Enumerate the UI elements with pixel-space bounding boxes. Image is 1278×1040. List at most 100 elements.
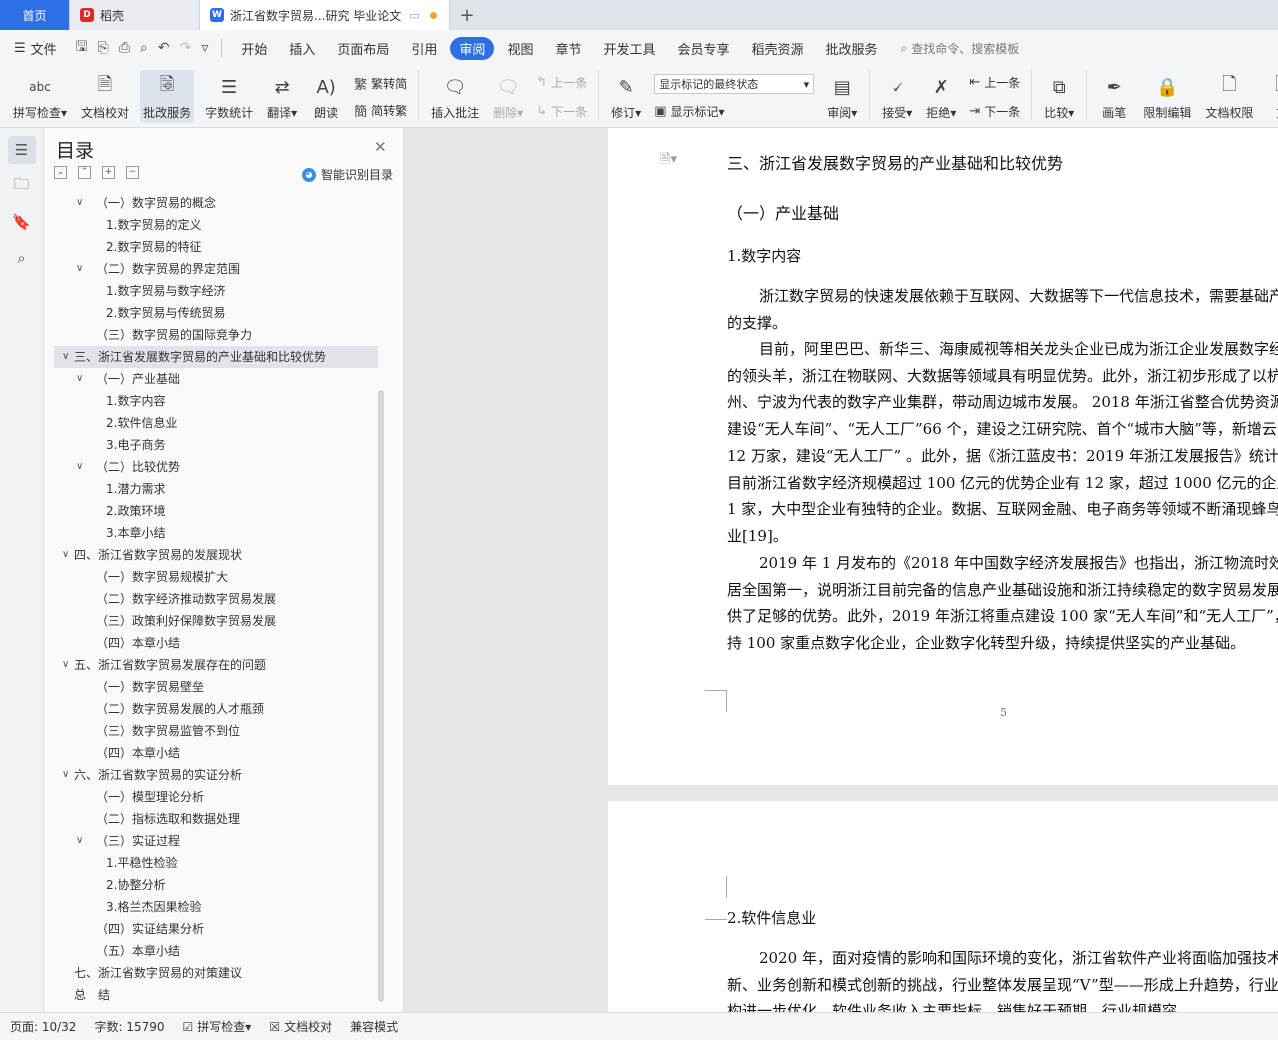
minus-icon[interactable]: − — [126, 166, 139, 179]
page-indicator[interactable]: 页面: 10/32 — [10, 1018, 76, 1035]
command-search[interactable]: ⌕ 查找命令、搜索模板 — [901, 40, 1020, 57]
toc-scrollbar[interactable] — [378, 390, 384, 1002]
restrict-edit-button[interactable]: 🔒 限制编辑 — [1140, 70, 1194, 123]
word-count-button[interactable]: ☰ 字数统计 — [202, 70, 256, 123]
toc-item[interactable]: 1.数字内容 — [54, 390, 378, 412]
chevron-down-icon[interactable]: ∨ — [76, 456, 83, 478]
status-spell-check[interactable]: ☑ 拼写检查 ▾ — [183, 1018, 252, 1035]
spell-check-button[interactable]: abc 拼写检查▾ — [10, 70, 70, 123]
toc-item[interactable]: （四）实证结果分析 — [54, 918, 378, 940]
add-tab-button[interactable]: + — [450, 0, 484, 30]
smart-toc-button[interactable]: ◕ 智能识别目录 — [302, 166, 393, 183]
toc-item[interactable]: （二）指标选取和数据处理 — [54, 808, 378, 830]
toc-item[interactable]: （一）数字贸易规模扩大 — [54, 566, 378, 588]
menu-tab-review[interactable]: 审阅 — [450, 36, 495, 60]
save-icon[interactable]: 🖫 — [76, 36, 88, 60]
toc-item[interactable]: 3.本章小结 — [54, 522, 378, 544]
document-page[interactable]: 🗎▾ 三、浙江省发展数字贸易的产业基础和比较优势 （一）产业基础 1.数字内容 … — [608, 128, 1278, 785]
toc-item[interactable]: 2.协整分析 — [54, 874, 378, 896]
prev-comment-button[interactable]: ↰ 上一条 — [536, 74, 587, 91]
proofread-button[interactable]: 🗎 文档校对 — [78, 70, 132, 123]
tab-document[interactable]: W 浙江省数字贸易...研究 毕业论文 ▭ — [200, 0, 450, 30]
toc-item[interactable]: 3.格兰杰因果检验 — [54, 896, 378, 918]
accept-button[interactable]: 🗸 接受▾ — [879, 70, 915, 123]
toc-item[interactable]: 2.数字贸易与传统贸易 — [54, 302, 378, 324]
toc-item[interactable]: ∨ （一）数字贸易的概念 — [54, 192, 378, 214]
review-pane-button[interactable]: ▤ 审阅▾ — [824, 70, 860, 123]
toc-item[interactable]: 2.软件信息业 — [54, 412, 378, 434]
toc-item[interactable]: （四）本章小结 — [54, 742, 378, 764]
print-icon[interactable]: ⎙ — [119, 40, 130, 56]
pen-button[interactable]: ✒ 画笔 — [1096, 70, 1132, 123]
compare-button[interactable]: ⧉ 比较▾ — [1041, 70, 1077, 123]
close-icon[interactable]: ✕ — [374, 138, 387, 156]
plus-icon[interactable]: + — [102, 166, 115, 179]
toc-item[interactable]: （一）数字贸易壁垒 — [54, 676, 378, 698]
reject-button[interactable]: ✗ 拒绝▾ — [923, 70, 959, 123]
toc-item[interactable]: ∨ 三、浙江省发展数字贸易的产业基础和比较优势 — [54, 346, 378, 368]
preview-icon[interactable]: ⌕ — [140, 40, 148, 56]
toc-item[interactable]: （三）数字贸易的国际竞争力 — [54, 324, 378, 346]
next-revision-button[interactable]: ⇥ 下一条 — [969, 103, 1020, 120]
redo-icon[interactable]: ↷ — [180, 40, 192, 56]
toc-item[interactable]: （五）本章小结 — [54, 940, 378, 962]
menu-tab-reference[interactable]: 引用 — [402, 37, 446, 60]
toc-item[interactable]: 1.数字贸易与数字经济 — [54, 280, 378, 302]
expand-down-icon[interactable]: ⌄ — [54, 166, 67, 179]
file-menu[interactable]: ☰ 文件 — [14, 39, 57, 58]
revise-button[interactable]: ✎ 修订▾ — [608, 70, 644, 123]
toc-item[interactable]: ∨ （二）比较优势 — [54, 456, 378, 478]
toc-item[interactable]: 七、浙江省数字贸易的对策建议 — [54, 962, 378, 984]
menu-tab-daoke[interactable]: 稻壳资源 — [743, 37, 813, 60]
toc-item[interactable]: 总 结 — [54, 984, 378, 1006]
chapter-icon[interactable]: 🗀 — [8, 172, 36, 200]
doc-more-button[interactable]: 🗋文 — [1264, 70, 1278, 123]
toc-item[interactable]: ∨ 五、浙江省数字贸易发展存在的问题 — [54, 654, 378, 676]
menu-tab-devtools[interactable]: 开发工具 — [594, 37, 664, 60]
read-aloud-button[interactable]: A) 朗读 — [308, 70, 344, 123]
collapse-up-icon[interactable]: ⌃ — [78, 166, 91, 179]
menu-tab-layout[interactable]: 页面布局 — [328, 37, 398, 60]
chevron-down-icon[interactable]: ∨ — [62, 346, 69, 368]
toc-item[interactable]: 2.政策环境 — [54, 500, 378, 522]
page-icon[interactable]: 🗎▾ — [660, 150, 677, 172]
toc-item[interactable]: （二）数字经济推动数字贸易发展 — [54, 588, 378, 610]
trad-to-simp-button[interactable]: 繁繁转简 — [354, 74, 407, 93]
toc-item[interactable]: ∨ （三）实证过程 — [54, 830, 378, 852]
tab-daoke[interactable]: D 稻壳 — [70, 0, 200, 30]
show-markup-button[interactable]: ▣ 显示标记 ▾ — [654, 103, 814, 120]
toc-item[interactable]: （四）本章小结 — [54, 632, 378, 654]
toc-item[interactable]: 1.潜力需求 — [54, 478, 378, 500]
delete-comment-button[interactable]: 🗨 删除▾ — [490, 70, 526, 123]
doc-permission-button[interactable]: 🗋 文档权限 — [1202, 70, 1256, 123]
next-comment-button[interactable]: ↳ 下一条 — [536, 103, 587, 120]
bookmark-icon[interactable]: 🔖 — [8, 208, 36, 236]
search-icon[interactable]: ⌕ — [8, 244, 36, 272]
toc-item[interactable]: ∨ （一）产业基础 — [54, 368, 378, 390]
menu-tab-chapter[interactable]: 章节 — [546, 37, 590, 60]
chevron-down-icon[interactable]: ∨ — [62, 764, 69, 786]
chevron-down-icon[interactable]: ∨ — [62, 654, 69, 676]
menu-tab-view[interactable]: 视图 — [498, 37, 542, 60]
correct-service-button[interactable]: 🗟 批改服务 — [140, 70, 195, 123]
simp-to-trad-button[interactable]: 簡简转繁 — [354, 101, 407, 120]
toc-item[interactable]: 2.数字贸易的特征 — [54, 236, 378, 258]
chevron-down-icon[interactable]: ∨ — [76, 192, 83, 214]
insert-comment-button[interactable]: 🗨 插入批注 — [428, 70, 482, 123]
toc-item[interactable]: ∨ 六、浙江省数字贸易的实证分析 — [54, 764, 378, 786]
chevron-down-icon[interactable]: ∨ — [76, 368, 83, 390]
chevron-down-icon[interactable]: ∨ — [76, 258, 83, 280]
toc-item[interactable]: 3.电子商务 — [54, 434, 378, 456]
toc-item[interactable]: ∨ （二）数字贸易的界定范围 — [54, 258, 378, 280]
more-icon[interactable]: ▿ — [201, 40, 208, 56]
menu-tab-start[interactable]: 开始 — [232, 37, 276, 60]
chevron-down-icon[interactable]: ∨ — [62, 544, 69, 566]
toc-icon[interactable]: ☰ — [7, 136, 36, 164]
menu-tab-member[interactable]: 会员专享 — [668, 37, 738, 60]
toc-item[interactable]: （三）数字贸易监管不到位 — [54, 720, 378, 742]
menu-tab-insert[interactable]: 插入 — [280, 37, 324, 60]
markup-state-select[interactable]: 显示标记的最终状态 ▾ — [654, 74, 815, 94]
word-count[interactable]: 字数: 15790 — [94, 1018, 164, 1035]
export-icon[interactable]: ⎘ — [98, 40, 109, 56]
toc-item[interactable]: ∨ 四、浙江省数字贸易的发展现状 — [54, 544, 378, 566]
